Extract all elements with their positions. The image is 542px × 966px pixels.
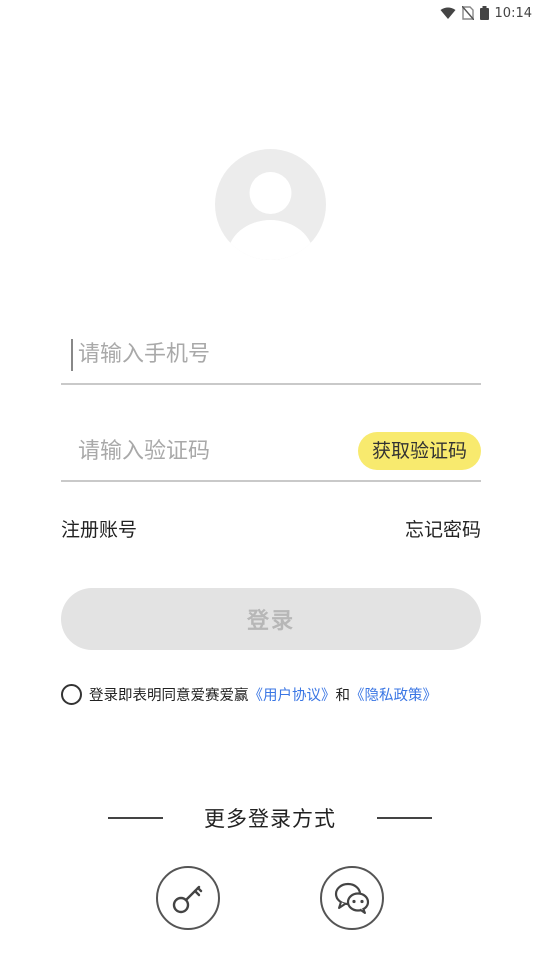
user-silhouette-icon: [227, 172, 314, 260]
account-links: 注册账号 忘记密码: [61, 515, 481, 542]
code-field: 获取验证码: [61, 422, 481, 482]
privacy-policy-link[interactable]: 《隐私政策》: [350, 684, 437, 705]
phone-field: [61, 325, 481, 385]
key-login-button[interactable]: [156, 866, 220, 930]
more-login-title: 更多登录方式: [204, 807, 336, 831]
battery-icon: [479, 6, 489, 20]
divider-left: [108, 817, 163, 819]
avatar[interactable]: [215, 149, 326, 260]
agreement-checkbox[interactable]: [61, 684, 82, 705]
login-button[interactable]: 登录: [61, 588, 481, 650]
wifi-icon: [440, 7, 456, 19]
more-login-header: 更多登录方式: [108, 803, 432, 833]
get-code-button[interactable]: 获取验证码: [357, 432, 481, 470]
key-icon: [172, 885, 203, 914]
divider-right: [377, 817, 432, 819]
status-bar: 10:14: [0, 0, 542, 26]
status-time: 10:14: [494, 5, 532, 21]
forgot-password-link[interactable]: 忘记密码: [405, 515, 481, 542]
register-link[interactable]: 注册账号: [61, 515, 137, 542]
phone-input[interactable]: [61, 331, 350, 377]
wechat-icon: [334, 882, 370, 914]
wechat-login-button[interactable]: [320, 866, 384, 930]
user-agreement-link[interactable]: 《用户协议》: [249, 684, 336, 705]
no-sim-icon: [461, 6, 474, 20]
agreement-and: 和: [335, 688, 351, 704]
agreement-row: 登录即表明同意爱赛爱赢 《用户协议》 和 《隐私政策》: [61, 684, 437, 705]
agreement-text: 登录即表明同意爱赛爱赢: [89, 688, 249, 704]
code-input[interactable]: [61, 428, 350, 474]
